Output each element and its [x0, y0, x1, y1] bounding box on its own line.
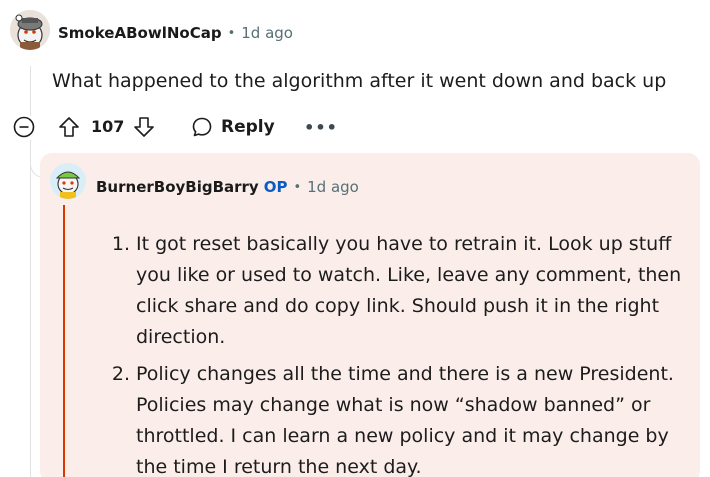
ellipsis-icon: ••• [304, 117, 338, 137]
upvote-button[interactable] [57, 115, 81, 139]
more-options-button[interactable]: ••• [304, 114, 337, 140]
highlight-rule [63, 205, 65, 477]
username[interactable]: SmokeABowlNoCap [58, 24, 222, 42]
list-number: 1. [111, 233, 130, 255]
reply-label: Reply [221, 117, 275, 137]
snoo-avatar-icon [10, 10, 50, 50]
list-item: 1. It got reset basically you have to re… [102, 229, 694, 353]
meta-separator: • [227, 25, 236, 41]
comment-meta: SmokeABowlNoCap • 1d ago [58, 22, 293, 44]
op-badge: OP [263, 178, 288, 196]
comment-action-bar: 107 Reply ••• [12, 112, 342, 142]
reply-button[interactable]: Reply [187, 112, 279, 142]
user-avatar[interactable] [10, 10, 50, 50]
timestamp[interactable]: 1d ago [307, 178, 359, 196]
list-item-text: It got reset basically you have to retra… [136, 233, 682, 348]
arrow-down-icon [134, 117, 154, 137]
list-number: 2. [111, 363, 130, 385]
speech-bubble-icon [192, 117, 212, 137]
comment-body: What happened to the algorithm after it … [52, 70, 667, 92]
arrow-up-icon [59, 117, 79, 137]
reply-body-list: 1. It got reset basically you have to re… [102, 229, 694, 477]
thread-line[interactable] [30, 66, 31, 116]
reply-user-avatar[interactable] [50, 163, 86, 199]
meta-separator: • [293, 179, 302, 195]
list-item-text: Policy changes all the time and there is… [136, 363, 674, 477]
downvote-button[interactable] [132, 115, 156, 139]
thread-line[interactable] [30, 140, 31, 477]
vote-count: 107 [91, 117, 125, 136]
timestamp[interactable]: 1d ago [241, 24, 293, 42]
list-item: 2. Policy changes all the time and there… [102, 359, 694, 477]
collapse-button[interactable] [12, 115, 36, 139]
reply-meta: BurnerBoyBigBarry OP • 1d ago [96, 176, 359, 198]
username[interactable]: BurnerBoyBigBarry [96, 178, 259, 196]
minus-circle-icon [13, 116, 35, 138]
snoo-avatar-icon [50, 163, 86, 199]
